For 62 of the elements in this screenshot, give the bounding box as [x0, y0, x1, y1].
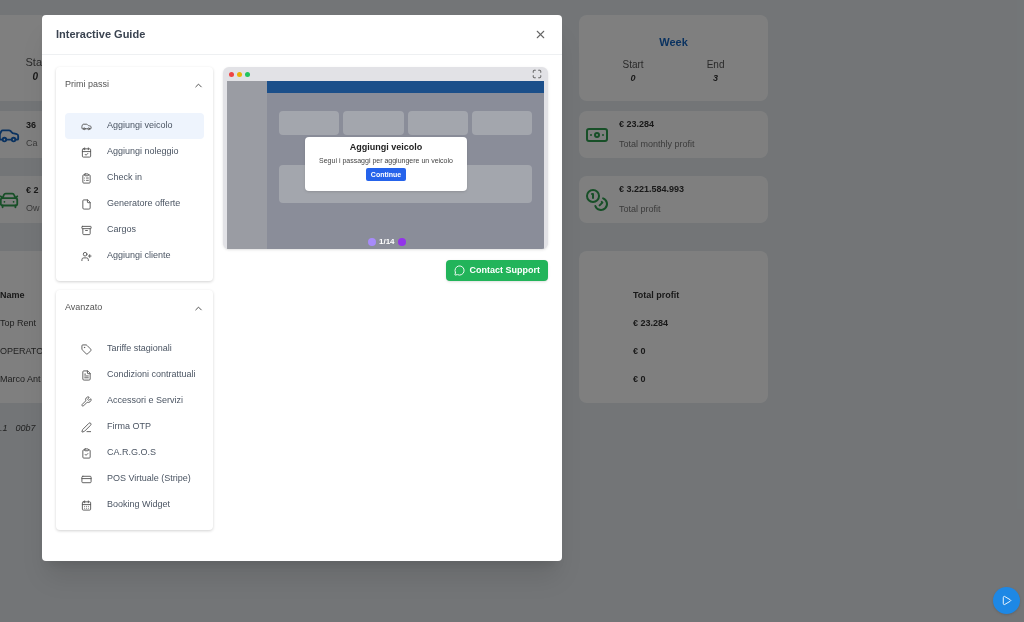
version-text: .1 — [0, 422, 8, 435]
section-header[interactable]: Avanzato — [56, 290, 213, 326]
stat-value: € 3.221.584.993 — [619, 183, 685, 196]
guide-item[interactable]: Tariffe stagionali — [65, 336, 204, 362]
table-cell-text: Marco Ant — [0, 373, 42, 386]
guide-item[interactable]: Aggiungi noleggio — [65, 139, 204, 165]
table-cell-text: € 0 — [633, 373, 647, 386]
stat-value: € 2 — [26, 183, 40, 197]
card-drawing — [279, 111, 340, 135]
archive-icon — [80, 224, 92, 236]
file-icon — [80, 198, 92, 210]
guide-item[interactable]: Firma OTP — [65, 414, 204, 440]
clipboard-check-icon — [80, 447, 92, 459]
list-icon — [80, 172, 92, 184]
dialog-title: Interactive Guide — [56, 27, 146, 43]
table-cell-text: € 0 — [633, 345, 647, 358]
guide-item[interactable]: Condizioni contrattuali — [65, 362, 204, 388]
guide-item[interactable]: Booking Widget — [65, 492, 204, 518]
pen-icon — [80, 421, 92, 433]
coins-icon — [585, 187, 609, 212]
wrench-icon — [80, 395, 92, 407]
guide-item[interactable]: Cargos — [65, 217, 204, 243]
table-cell-text: OPERATO — [0, 345, 42, 358]
table-cell-text: € 23.284 — [633, 317, 670, 330]
card-drawing — [471, 111, 532, 135]
stat-label: Ow — [26, 202, 40, 215]
card-drawing — [407, 111, 468, 135]
table-header: Name — [0, 289, 26, 302]
section-header[interactable]: Primi passi — [56, 67, 213, 103]
card-drawing — [343, 111, 404, 135]
chat-icon — [453, 265, 465, 276]
stat-label: Total monthly profit — [619, 137, 695, 151]
user-plus-icon — [80, 250, 92, 262]
guide-item[interactable]: CA.R.G.O.S — [65, 440, 204, 466]
guide-item[interactable]: Aggiungi veicolo — [65, 113, 204, 139]
calendar-icon — [80, 499, 92, 511]
step-counter: 1/14 — [379, 237, 395, 247]
table-header: Total profit — [633, 289, 681, 302]
fullscreen-icon[interactable] — [532, 69, 542, 79]
tag-icon — [80, 343, 92, 355]
calendar-check-icon — [80, 146, 92, 158]
play-icon — [1001, 595, 1012, 606]
end-value: 3 — [713, 71, 719, 85]
guide-item[interactable]: Aggiungi cliente — [65, 243, 204, 269]
end-label: End — [706, 57, 725, 72]
stat-value: € 23.284 — [619, 118, 656, 131]
start-value: 0 — [630, 71, 636, 85]
table-cell-text: Top Rent — [0, 317, 38, 330]
credit-card-icon — [80, 473, 92, 485]
version-text: 00b7 — [15, 422, 36, 435]
dialog-title: Aggiungi veicolo — [349, 142, 423, 153]
guide-item[interactable]: Check in — [65, 165, 204, 191]
stat-value: 0 — [32, 70, 38, 84]
document-icon — [80, 369, 92, 381]
guide-item[interactable]: POS Virtuale (Stripe) — [65, 466, 204, 492]
week-title: Week — [659, 35, 688, 50]
guide-item[interactable]: Generatore offerte — [65, 191, 204, 217]
start-label: Start — [622, 57, 644, 72]
guide-item[interactable]: Accessori e Servizi — [65, 388, 204, 414]
stat-label: Sta — [25, 55, 42, 69]
stat-value: 36 — [26, 118, 37, 132]
stat-label: Total profit — [619, 202, 662, 216]
